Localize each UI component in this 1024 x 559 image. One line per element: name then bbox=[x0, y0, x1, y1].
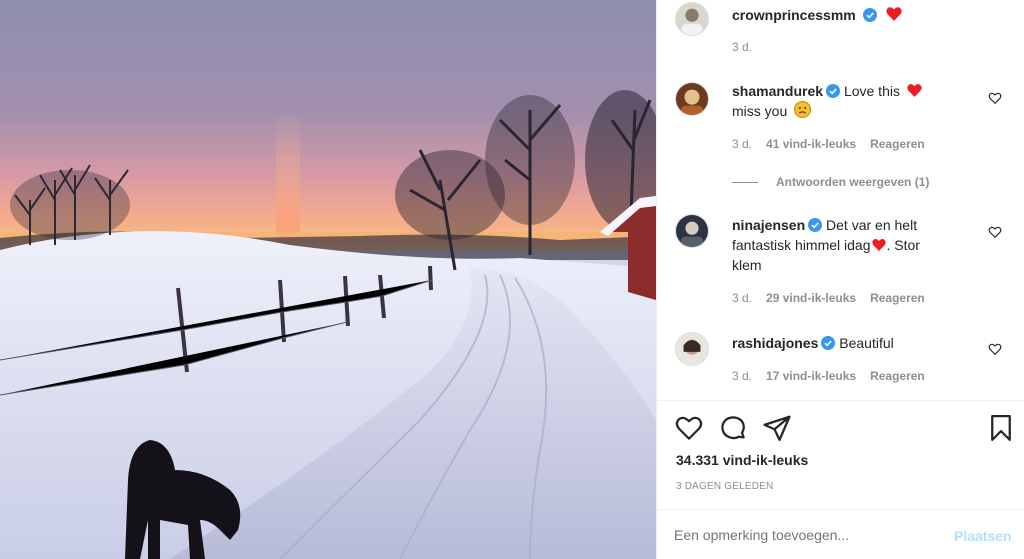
author-line: crownprincessmm bbox=[732, 6, 903, 25]
author-avatar[interactable] bbox=[675, 2, 709, 36]
comment-body: shamandurek Love this miss you bbox=[732, 81, 982, 121]
comment-text: Det var en helt bbox=[826, 217, 918, 233]
author-time: 3 d. bbox=[732, 40, 753, 54]
red-heart-emoji-icon bbox=[871, 239, 886, 251]
comment-text-line2: fantastisk himmel idag bbox=[732, 237, 871, 253]
comment-like-icon[interactable] bbox=[988, 225, 1002, 239]
post-timestamp: 3 DAGEN GELEDEN bbox=[676, 481, 774, 492]
comment-likes-count[interactable]: 29 vind-ik-leuks bbox=[766, 291, 856, 305]
comment-time: 3 d. bbox=[732, 291, 753, 305]
comment-text-line2-end: . Stor bbox=[886, 237, 920, 253]
like-button[interactable] bbox=[674, 413, 704, 443]
comment-like-icon[interactable] bbox=[988, 342, 1002, 356]
replies-line bbox=[732, 182, 758, 183]
comment-username[interactable]: shamandurek bbox=[732, 83, 823, 99]
comment-input[interactable] bbox=[674, 520, 944, 550]
author-username[interactable]: crownprincessmm bbox=[732, 7, 856, 23]
view-replies-button[interactable]: Antwoorden weergeven (1) bbox=[776, 175, 929, 189]
post-photo[interactable] bbox=[0, 0, 656, 559]
verified-icon bbox=[821, 336, 836, 350]
comment-likes-count[interactable]: 17 vind-ik-leuks bbox=[766, 369, 856, 383]
comment-like-icon[interactable] bbox=[988, 91, 1002, 105]
red-heart-emoji-icon bbox=[886, 7, 902, 21]
winter-sunset-photo bbox=[0, 0, 656, 559]
likes-count[interactable]: 34.331 vind-ik-leuks bbox=[676, 452, 808, 468]
comment-body: rashidajones Beautiful bbox=[732, 333, 982, 353]
verified-icon bbox=[863, 8, 878, 22]
comment-text-line3: klem bbox=[732, 257, 762, 273]
bookmark-icon bbox=[991, 415, 1011, 441]
comment-time: 3 d. bbox=[732, 137, 753, 151]
comment-button[interactable] bbox=[718, 413, 748, 443]
comment-username[interactable]: ninajensen bbox=[732, 217, 805, 233]
heart-icon bbox=[675, 416, 703, 440]
comment-reply-button[interactable]: Reageren bbox=[870, 369, 925, 383]
sad-face-emoji-icon bbox=[794, 101, 812, 118]
post-comment-button[interactable]: Plaatsen bbox=[954, 528, 1012, 544]
comment-avatar[interactable] bbox=[675, 82, 709, 116]
red-heart-emoji-icon bbox=[907, 84, 922, 97]
verified-icon bbox=[826, 84, 841, 98]
comment-likes-count[interactable]: 41 vind-ik-leuks bbox=[766, 137, 856, 151]
comment-body: ninajensen Det var en helt fantastisk hi… bbox=[732, 215, 992, 275]
actions-divider bbox=[657, 400, 1024, 401]
comment-reply-button[interactable]: Reageren bbox=[870, 137, 925, 151]
comment-icon bbox=[721, 416, 745, 440]
verified-icon bbox=[808, 218, 823, 232]
share-icon bbox=[763, 415, 791, 441]
comment-reply-button[interactable]: Reageren bbox=[870, 291, 925, 305]
comment-text: Love this bbox=[843, 83, 900, 99]
comment-meta: 3 d. 29 vind-ik-leuks Reageren bbox=[732, 291, 925, 305]
comment-avatar[interactable] bbox=[675, 214, 709, 248]
comment-meta: 3 d. 41 vind-ik-leuks Reageren bbox=[732, 137, 925, 151]
save-button[interactable] bbox=[986, 413, 1016, 443]
comment-divider bbox=[657, 509, 1024, 510]
comment-text-line2: miss you bbox=[732, 103, 788, 119]
comment-text: Beautiful bbox=[839, 335, 894, 351]
comment-time: 3 d. bbox=[732, 369, 753, 383]
comment-username[interactable]: rashidajones bbox=[732, 335, 818, 351]
comment-meta: 3 d. 17 vind-ik-leuks Reageren bbox=[732, 369, 925, 383]
share-button[interactable] bbox=[762, 413, 792, 443]
post-side-panel: crownprincessmm 3 d. shamandurek Love th… bbox=[656, 0, 1024, 559]
comment-avatar[interactable] bbox=[675, 332, 709, 366]
